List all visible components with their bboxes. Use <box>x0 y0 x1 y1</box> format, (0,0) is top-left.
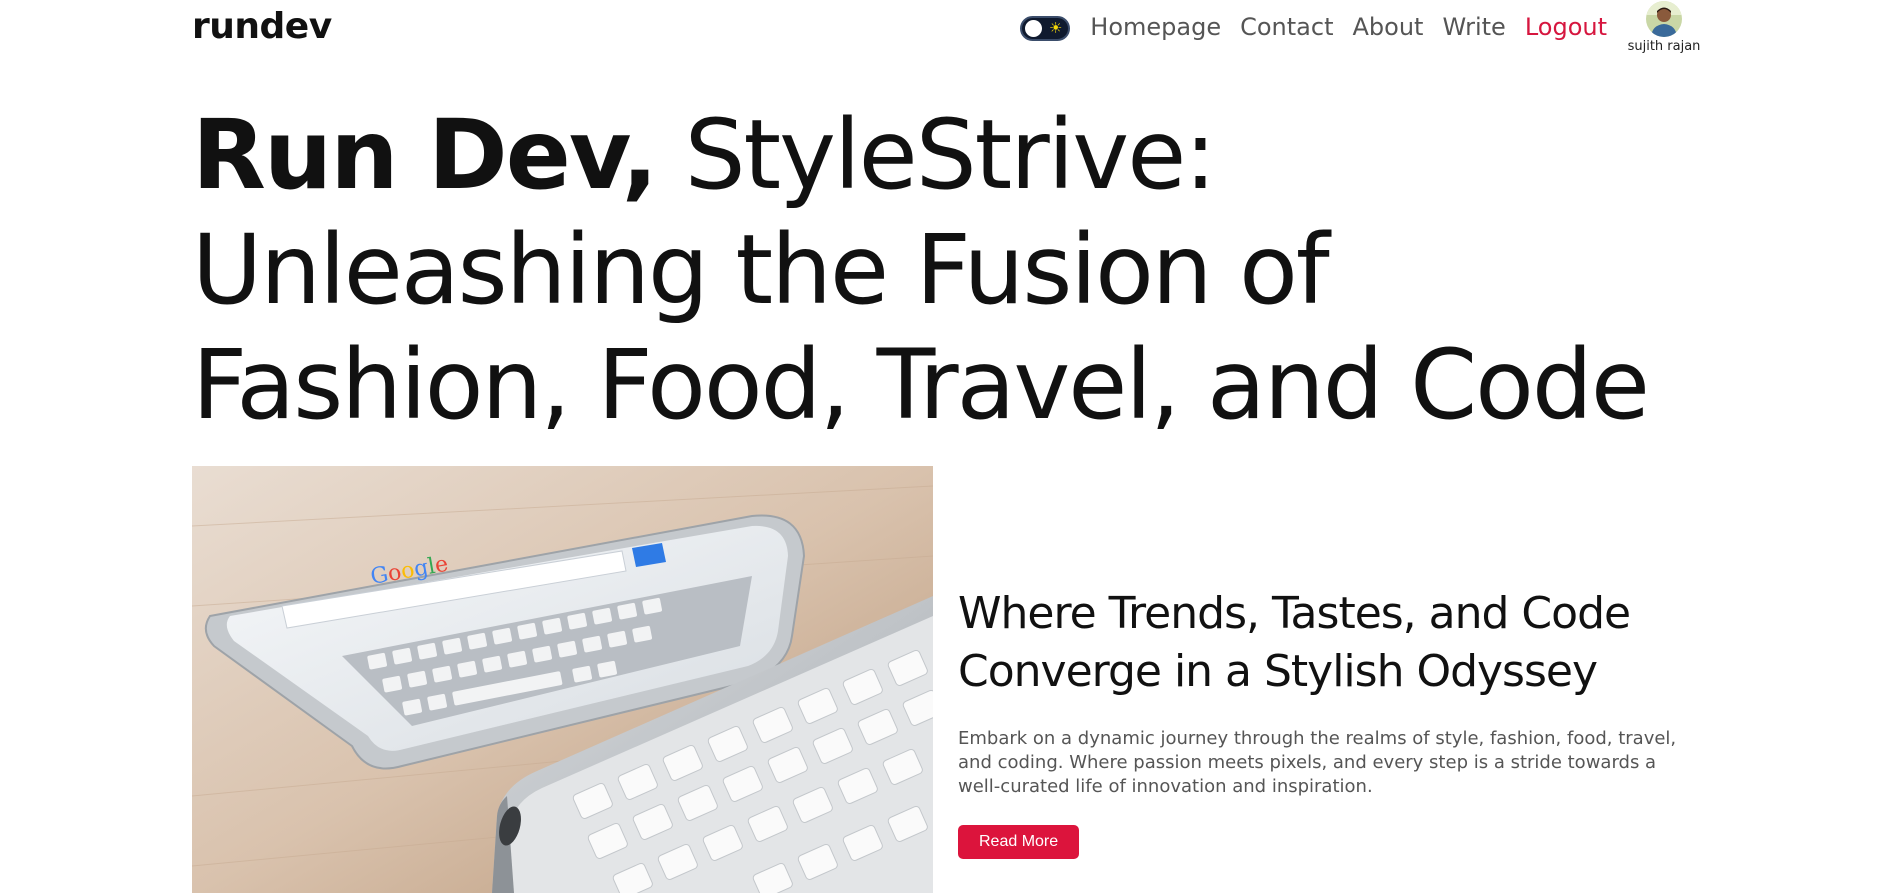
avatar-image <box>1646 1 1682 37</box>
sun-icon: ☀ <box>1048 19 1063 37</box>
logo[interactable]: rundev <box>192 6 332 47</box>
nav-link-write[interactable]: Write <box>1442 13 1505 41</box>
nav-right: ☀ Homepage Contact About Write Logout su… <box>1020 0 1702 62</box>
user-name: sujith rajan <box>1627 39 1701 54</box>
navbar: rundev ☀ Homepage Contact About Write Lo… <box>192 0 1702 62</box>
tablet-keyboard-photo: Google <box>192 466 933 893</box>
featured-image[interactable]: Google <box>192 466 933 893</box>
avatar[interactable] <box>1646 1 1682 37</box>
post-title[interactable]: Where Trends, Tastes, and Code Converge … <box>958 585 1702 701</box>
hero-title: Run Dev, StyleStrive: Unleashing the Fus… <box>192 98 1712 443</box>
nav-link-homepage[interactable]: Homepage <box>1090 13 1221 41</box>
user-menu[interactable]: sujith rajan <box>1626 0 1702 54</box>
nav-link-contact[interactable]: Contact <box>1240 13 1333 41</box>
toggle-knob <box>1025 20 1043 37</box>
nav-link-about[interactable]: About <box>1352 13 1423 41</box>
post-description: Embark on a dynamic journey through the … <box>958 728 1677 797</box>
theme-toggle[interactable]: ☀ <box>1020 16 1071 41</box>
nav-link-logout[interactable]: Logout <box>1525 13 1607 41</box>
page: rundev ☀ Homepage Contact About Write Lo… <box>0 0 1882 893</box>
read-more-button[interactable]: Read More <box>958 825 1080 859</box>
nav-links: Homepage Contact About Write Logout <box>1090 0 1626 54</box>
hero-brand: Run Dev, <box>192 99 658 211</box>
featured-post: Where Trends, Tastes, and Code Converge … <box>958 585 1702 859</box>
